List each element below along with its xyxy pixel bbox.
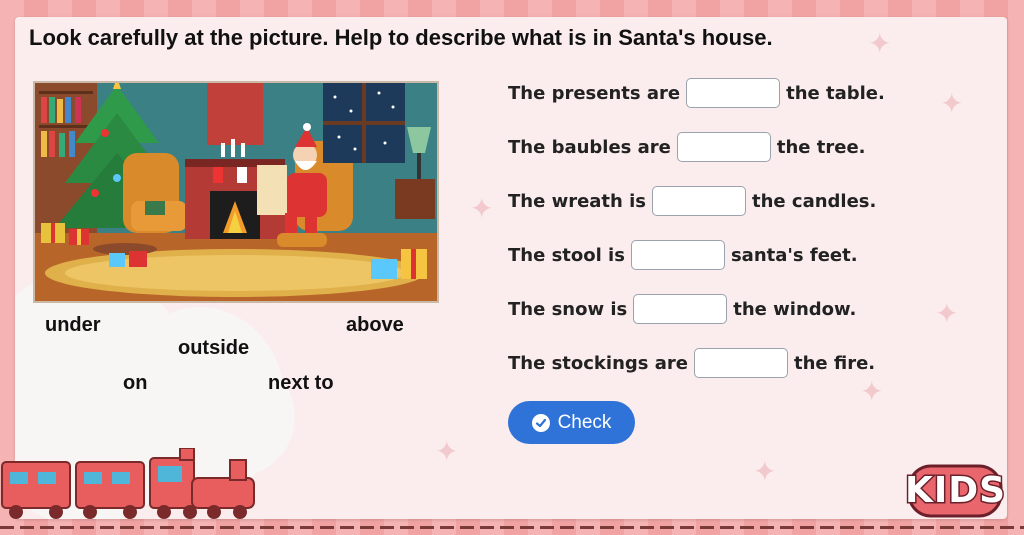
sentence-start: The stockings are <box>508 352 688 374</box>
santa-house-picture <box>33 81 439 303</box>
sentence-row: The stockings are the fire. <box>508 346 875 380</box>
sparkle-icon: ✦ <box>940 88 964 119</box>
sparkle-icon: ✦ <box>470 193 494 224</box>
sentence-start: The snow is <box>508 298 628 320</box>
answer-drop-box[interactable] <box>686 78 781 108</box>
answer-drop-box[interactable] <box>652 186 746 216</box>
sentence-row: The stool is santa's feet. <box>508 238 858 272</box>
sentence-end: the window. <box>733 298 857 320</box>
sentence-end: the tree. <box>776 136 866 158</box>
sentence-row: The presents are the table. <box>508 76 885 110</box>
sentence-end: santa's feet. <box>730 244 858 266</box>
check-button[interactable]: Check <box>508 401 635 444</box>
word-card-next-to[interactable]: next to <box>268 372 334 395</box>
train-illustration <box>1 448 255 519</box>
sentence-start: The wreath is <box>508 190 646 212</box>
sparkle-icon: ✦ <box>935 298 959 329</box>
word-card-on[interactable]: on <box>123 372 147 395</box>
answer-drop-box[interactable] <box>630 240 725 270</box>
sparkle-icon: ✦ <box>860 376 884 407</box>
sentence-end: the fire. <box>793 352 876 374</box>
word-card-under[interactable]: under <box>45 314 101 337</box>
activity-card: Look carefully at the picture. Help to d… <box>15 17 1007 519</box>
checkmark-icon <box>531 413 550 432</box>
sentence-end: the table. <box>786 82 885 104</box>
sentence-row: The baubles are the tree. <box>508 130 866 164</box>
answer-drop-box[interactable] <box>676 132 771 162</box>
sentence-row: The wreath is the candles. <box>508 184 876 218</box>
sentence-start: The stool is <box>508 244 625 266</box>
check-button-label: Check <box>557 411 612 433</box>
sparkle-icon: ✦ <box>868 28 892 59</box>
answer-drop-box[interactable] <box>633 294 728 324</box>
logo-text: KIDS <box>904 469 1007 513</box>
sentence-row: The snow is the window. <box>508 292 856 326</box>
sentence-start: The presents are <box>508 82 681 104</box>
kids-logo: KIDS <box>904 460 1007 519</box>
sentence-start: The baubles are <box>508 136 671 158</box>
train-track <box>0 526 1024 529</box>
word-card-outside[interactable]: outside <box>178 337 249 360</box>
word-card-above[interactable]: above <box>346 314 404 337</box>
page-title: Look carefully at the picture. Help to d… <box>29 25 773 50</box>
sentence-end: the candles. <box>752 190 877 212</box>
sparkle-icon: ✦ <box>753 456 777 487</box>
sparkle-icon: ✦ <box>435 436 459 467</box>
answer-drop-box[interactable] <box>693 348 788 378</box>
